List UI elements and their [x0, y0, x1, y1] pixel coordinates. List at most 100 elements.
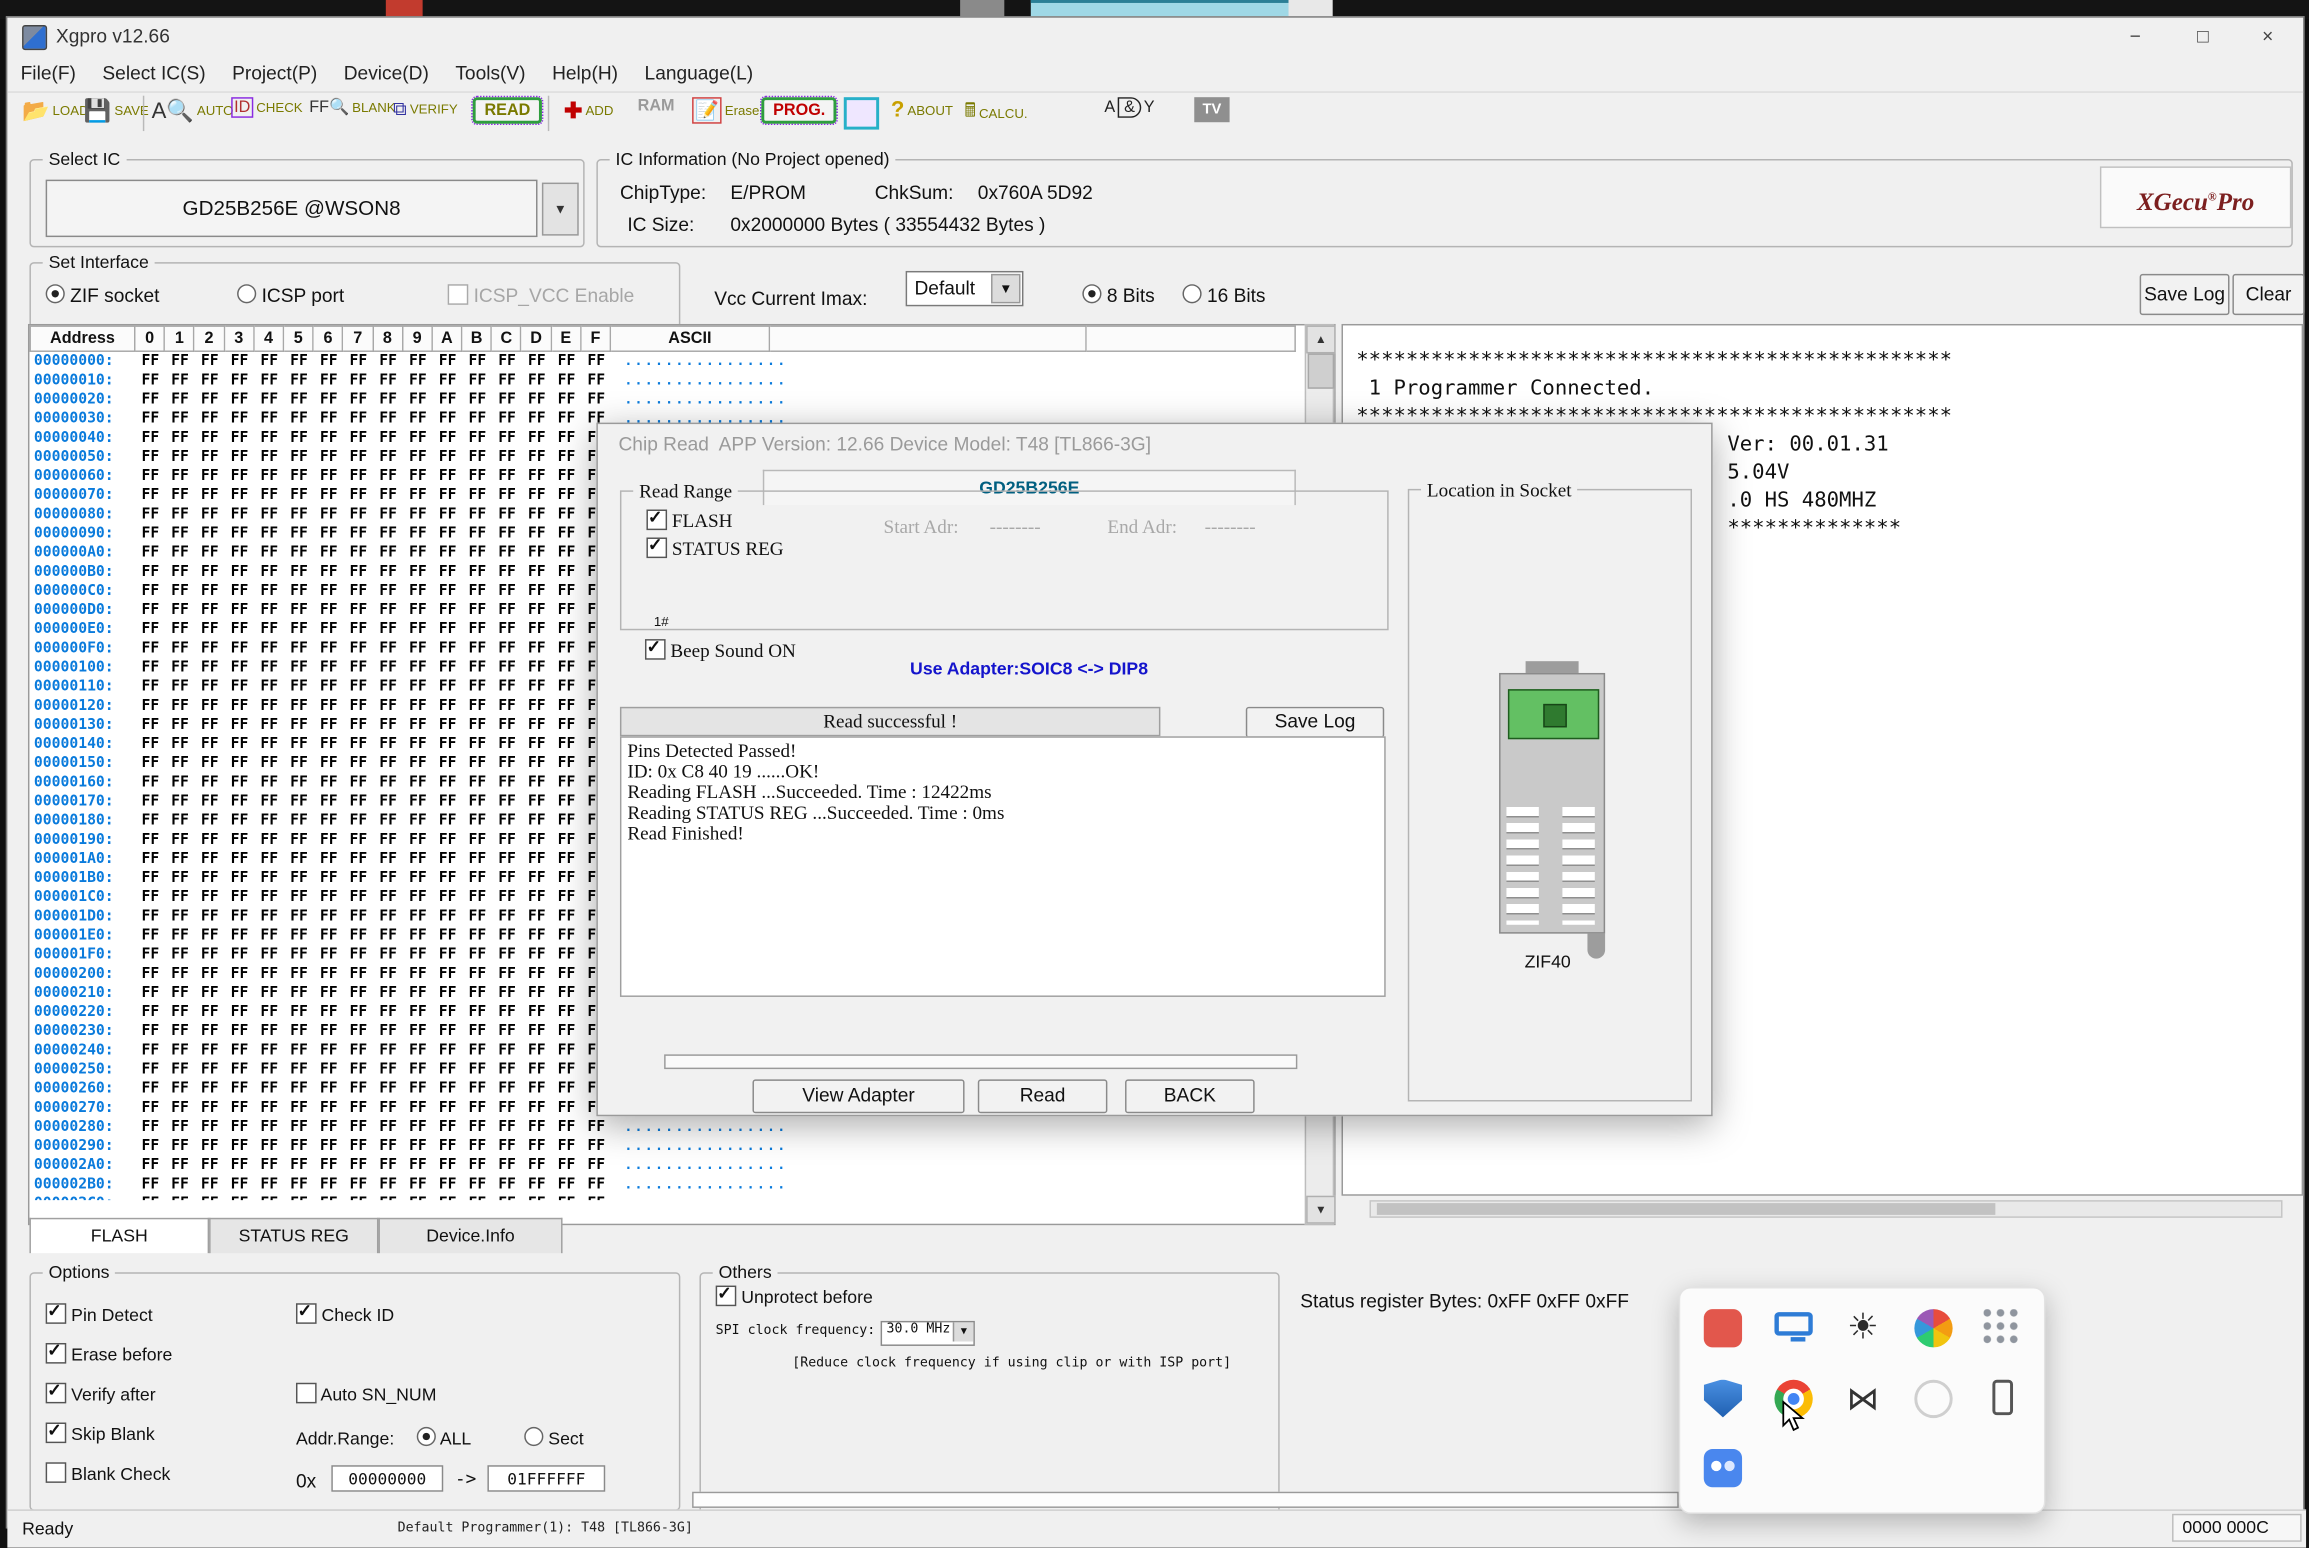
- checkbox-icon: [716, 1286, 737, 1307]
- vcc-imax-select[interactable]: Default ▼: [906, 271, 1024, 306]
- menu-item[interactable]: File(F): [7, 56, 89, 84]
- clear-button[interactable]: Clear: [2232, 274, 2304, 315]
- check-id-button[interactable]: IDCHECK: [231, 97, 302, 118]
- checkbox-icon: [646, 537, 667, 558]
- xgecu-pro-logo: XGecu®Pro: [2100, 166, 2291, 228]
- scroll-down-icon[interactable]: ▼: [1306, 1196, 1335, 1224]
- read-button[interactable]: READ: [473, 97, 542, 124]
- taskbar-overflow-popup: ☀⋈: [1679, 1287, 2046, 1514]
- gray-circle-icon[interactable]: [1914, 1379, 1952, 1417]
- tv-button[interactable]: TV: [1194, 97, 1229, 122]
- auto-button[interactable]: A🔍AUTO: [152, 97, 234, 124]
- menu-item[interactable]: Help(H): [539, 56, 631, 84]
- add-button[interactable]: ✚ADD: [564, 97, 613, 124]
- log-horizontal-scrollbar[interactable]: [1369, 1200, 2282, 1218]
- addr-from-input[interactable]: 00000000: [331, 1465, 443, 1492]
- socket-pin-column: [1562, 807, 1594, 925]
- device-log-line: ****************************************…: [1356, 349, 1952, 373]
- addr-range-sect-radio[interactable]: Sect: [524, 1427, 583, 1449]
- red-app-icon[interactable]: [1704, 1309, 1742, 1347]
- dialog-version: APP Version: 12.66 Device Model: T48 [TL…: [719, 433, 1151, 455]
- id-icon: ID: [231, 97, 253, 118]
- icsp-port-radio[interactable]: ICSP port: [237, 284, 344, 306]
- option-skip-blank[interactable]: Skip Blank: [46, 1423, 155, 1445]
- addr-range-all-radio[interactable]: ALL: [417, 1427, 472, 1449]
- logic-gate-button[interactable]: A&Y: [1104, 97, 1154, 118]
- scroll-up-icon[interactable]: ▲: [1306, 325, 1335, 353]
- main-progress-bar: [692, 1492, 1679, 1508]
- spi-clock-select[interactable]: 30.0 MHz▼: [881, 1321, 975, 1346]
- prog-button[interactable]: PROG.: [761, 97, 837, 124]
- erase-button[interactable]: 📝Erase: [692, 97, 759, 124]
- tab-device-info[interactable]: Device.Info: [378, 1218, 562, 1253]
- menu-item[interactable]: Select IC(S): [89, 56, 219, 84]
- calcu-button[interactable]: 🖩CALCU.: [965, 97, 1028, 129]
- 8bits-radio[interactable]: 8 Bits: [1082, 284, 1154, 306]
- phone-icon[interactable]: [1992, 1379, 2013, 1414]
- apps-grid-icon[interactable]: [1984, 1309, 2022, 1347]
- hex-row[interactable]: 00000020:FFFFFFFFFFFFFFFFFFFFFFFFFFFFFFF…: [29, 390, 1334, 409]
- menu-item[interactable]: Device(D): [330, 56, 442, 84]
- sun-icon[interactable]: ☀: [1844, 1309, 1882, 1347]
- hex-row[interactable]: 000002A0:FFFFFFFFFFFFFFFFFFFFFFFFFFFFFFF…: [29, 1156, 1334, 1175]
- chip-pins-button[interactable]: [844, 97, 879, 129]
- option-check-id[interactable]: Check ID: [296, 1303, 394, 1325]
- 16bits-radio[interactable]: 16 Bits: [1182, 284, 1265, 306]
- title-bar[interactable]: Xgpro v12.66 − □ ×: [7, 18, 2303, 56]
- toolbar-separator: [548, 96, 549, 131]
- status-programmer: Default Programmer(1): T48 [TL866-3G]: [398, 1521, 693, 1536]
- dialog-save-log-button[interactable]: Save Log: [1246, 707, 1384, 738]
- dialog-back-button[interactable]: BACK: [1125, 1079, 1255, 1113]
- status-reg-checkbox[interactable]: STATUS REG: [646, 537, 783, 561]
- selected-ic-value[interactable]: GD25B256E @WSON8: [46, 180, 538, 237]
- gate-a-label: A: [1104, 99, 1115, 117]
- minimize-button[interactable]: −: [2103, 18, 2168, 56]
- hex-row[interactable]: 000002C0:FFFFFFFFFFFFFFFFFFFFFFFFFFFFFFF…: [29, 1194, 1334, 1200]
- ic-dropdown-button[interactable]: ▼: [542, 183, 579, 236]
- hex-row[interactable]: 00000000:FFFFFFFFFFFFFFFFFFFFFFFFFFFFFFF…: [29, 352, 1334, 371]
- option-pin-detect[interactable]: Pin Detect: [46, 1303, 153, 1325]
- icsize-label: IC Size:: [627, 214, 694, 236]
- load-button[interactable]: 📂LOAD: [22, 97, 89, 124]
- option-verify-after[interactable]: Verify after: [46, 1383, 156, 1405]
- butterfly-icon[interactable]: ⋈: [1844, 1379, 1882, 1417]
- hex-row[interactable]: 00000010:FFFFFFFFFFFFFFFFFFFFFFFFFFFFFFF…: [29, 371, 1334, 390]
- about-button[interactable]: ?ABOUT: [891, 97, 953, 122]
- teams-icon[interactable]: [1704, 1449, 1742, 1487]
- gate-y-label: Y: [1144, 99, 1155, 117]
- close-button[interactable]: ×: [2235, 18, 2300, 56]
- unprotect-checkbox[interactable]: Unprotect before: [716, 1286, 873, 1308]
- flash-checkbox[interactable]: FLASH: [646, 510, 732, 534]
- save-log-button[interactable]: Save Log: [2140, 274, 2230, 315]
- maximize-button[interactable]: □: [2171, 18, 2236, 56]
- beep-checkbox[interactable]: Beep Sound ON: [645, 639, 796, 663]
- menu-item[interactable]: Language(L): [631, 56, 766, 84]
- tab-flash[interactable]: FLASH: [29, 1218, 209, 1253]
- menu-item[interactable]: Project(P): [219, 56, 331, 84]
- photos-icon[interactable]: [1914, 1309, 1952, 1347]
- display-icon[interactable]: [1774, 1312, 1812, 1336]
- hex-row[interactable]: 00000280:FFFFFFFFFFFFFFFFFFFFFFFFFFFFFFF…: [29, 1118, 1334, 1137]
- option-erase-before[interactable]: Erase before: [46, 1343, 173, 1365]
- background-window-fragment: [960, 0, 1004, 18]
- tab-status-reg[interactable]: STATUS REG: [209, 1218, 378, 1253]
- hex-row[interactable]: 00000290:FFFFFFFFFFFFFFFFFFFFFFFFFFFFFFF…: [29, 1137, 1334, 1156]
- addr-to-input[interactable]: 01FFFFFF: [487, 1465, 605, 1492]
- save-button[interactable]: 💾SAVE: [84, 97, 149, 124]
- option-auto-sn-num[interactable]: Auto SN_NUM: [296, 1383, 436, 1405]
- shield-icon[interactable]: [1704, 1379, 1742, 1417]
- ram-button[interactable]: RAM: [638, 97, 675, 115]
- dialog-read-button[interactable]: Read: [978, 1079, 1108, 1113]
- blank-button[interactable]: FF🔍BLANK: [309, 97, 395, 116]
- zif-socket-radio[interactable]: ZIF socket: [46, 284, 160, 306]
- scrollbar-thumb[interactable]: [1377, 1203, 1995, 1215]
- start-adr-value: --------: [990, 515, 1041, 539]
- verify-button[interactable]: ⧉VERIFY: [393, 97, 458, 121]
- hex-column-header: 8: [373, 325, 403, 352]
- scrollbar-thumb[interactable]: [1308, 353, 1335, 388]
- hex-row[interactable]: 000002B0:FFFFFFFFFFFFFFFFFFFFFFFFFFFFFFF…: [29, 1175, 1334, 1194]
- background-window-fragment: [386, 0, 423, 18]
- menu-item[interactable]: Tools(V): [442, 56, 539, 84]
- option-blank-check[interactable]: Blank Check: [46, 1462, 171, 1484]
- view-adapter-button[interactable]: View Adapter: [752, 1079, 964, 1113]
